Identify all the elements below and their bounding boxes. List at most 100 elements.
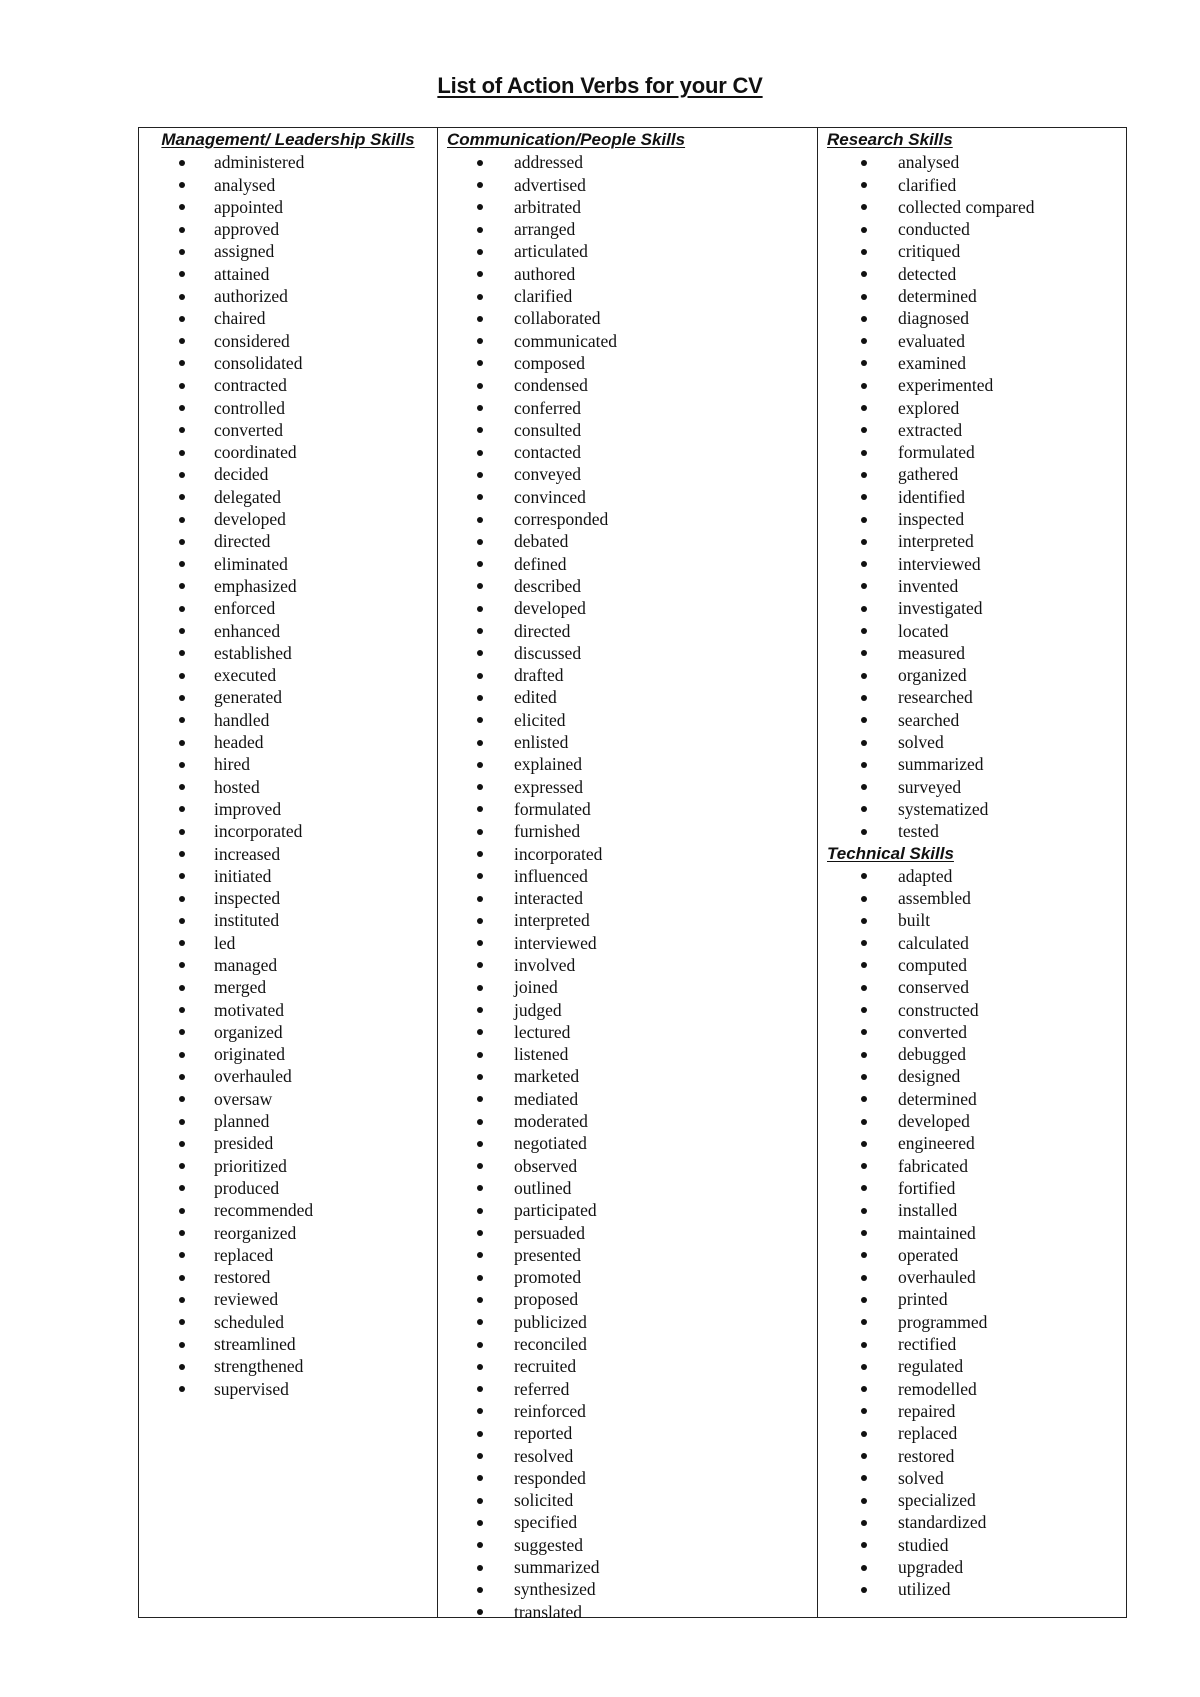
bullet-icon	[861, 182, 867, 189]
action-verb: chaired	[214, 308, 266, 329]
bullet-icon	[179, 360, 185, 367]
action-verb: invented	[898, 575, 959, 596]
action-verb: printed	[898, 1289, 948, 1310]
bullet-icon	[477, 315, 483, 322]
bullet-icon	[179, 984, 185, 991]
list-item: initiated	[139, 865, 437, 887]
bullet-icon	[861, 806, 867, 813]
list-item: composed	[437, 352, 817, 374]
action-verb: operated	[898, 1244, 959, 1265]
bullet-icon	[477, 1163, 483, 1170]
bullet-icon	[179, 1252, 185, 1259]
action-verb: reinforced	[514, 1400, 586, 1421]
bullet-icon	[477, 1408, 483, 1415]
list-item: collected compared	[817, 196, 1126, 218]
action-verb: furnished	[514, 821, 581, 842]
action-verb: extracted	[898, 419, 963, 440]
list-item: directed	[437, 620, 817, 642]
action-verb: directed	[214, 531, 271, 552]
action-verb: formulated	[514, 798, 591, 819]
action-verb: controlled	[214, 397, 285, 418]
bullet-icon	[861, 1453, 867, 1460]
bullet-icon	[179, 784, 185, 791]
bullet-icon	[477, 895, 483, 902]
action-verb: composed	[514, 352, 585, 373]
bullet-icon	[861, 315, 867, 322]
bullet-icon	[477, 1007, 483, 1014]
action-verb: discussed	[514, 642, 582, 663]
list-item: clarified	[817, 174, 1126, 196]
bullet-icon	[477, 405, 483, 412]
bullet-icon	[179, 650, 185, 657]
section-heading: Research Skills	[827, 130, 953, 149]
action-verb: computed	[898, 954, 968, 975]
bullet-icon	[477, 739, 483, 746]
list-item: summarized	[437, 1556, 817, 1578]
bullet-icon	[179, 895, 185, 902]
bullet-icon	[179, 226, 185, 233]
action-verb: drafted	[514, 665, 564, 686]
bullet-icon	[179, 494, 185, 501]
bullet-icon	[477, 182, 483, 189]
bullet-icon	[861, 1274, 867, 1281]
action-verb: searched	[898, 709, 960, 730]
bullet-icon	[179, 583, 185, 590]
bullet-icon	[477, 1051, 483, 1058]
action-verb: studied	[898, 1534, 949, 1555]
list-item: consulted	[437, 419, 817, 441]
action-verb: strengthened	[214, 1356, 304, 1377]
list-item: contacted	[437, 441, 817, 463]
action-verb: corresponded	[514, 509, 609, 530]
action-verb: enlisted	[514, 732, 569, 753]
action-verb: edited	[514, 687, 557, 708]
bullet-icon	[477, 1073, 483, 1080]
action-verb: systematized	[898, 798, 989, 819]
bullet-icon	[179, 1073, 185, 1080]
action-verb: utilized	[898, 1579, 951, 1600]
action-verb: participated	[514, 1200, 597, 1221]
bullet-icon	[477, 605, 483, 612]
list-item: computed	[817, 954, 1126, 976]
action-verb: incorporated	[514, 843, 603, 864]
list-item: hired	[139, 753, 437, 775]
list-item: attained	[139, 263, 437, 285]
bullet-icon	[861, 1252, 867, 1259]
list-item: enhanced	[139, 620, 437, 642]
list-item: presented	[437, 1244, 817, 1266]
bullet-icon	[179, 315, 185, 322]
bullet-icon	[477, 828, 483, 835]
bullet-icon	[477, 226, 483, 233]
action-verb: planned	[214, 1111, 270, 1132]
action-verb: collaborated	[514, 308, 601, 329]
action-verb: judged	[514, 999, 562, 1020]
list-item: remodelled	[817, 1378, 1126, 1400]
bullet-icon	[179, 1096, 185, 1103]
action-verb: interviewed	[898, 553, 981, 574]
bullet-icon	[861, 1542, 867, 1549]
bullet-icon	[179, 1051, 185, 1058]
action-verb: persuaded	[514, 1222, 585, 1243]
action-verb: led	[214, 932, 236, 953]
action-verb: initiated	[214, 865, 272, 886]
action-verb: converted	[898, 1021, 967, 1042]
bullet-icon	[477, 1363, 483, 1370]
list-item: conferred	[437, 397, 817, 419]
bullet-icon	[477, 1207, 483, 1214]
list-item: judged	[437, 999, 817, 1021]
bullet-icon	[477, 962, 483, 969]
bullet-icon	[477, 382, 483, 389]
action-verb: debated	[514, 531, 569, 552]
action-verb: examined	[898, 352, 967, 373]
bullet-icon	[179, 1296, 185, 1303]
list-item: interpreted	[437, 909, 817, 931]
list-item: experimented	[817, 374, 1126, 396]
list-item: solicited	[437, 1489, 817, 1511]
action-verb: conducted	[898, 219, 970, 240]
action-verb: prioritized	[214, 1155, 287, 1176]
list-item: researched	[817, 686, 1126, 708]
bullet-icon	[477, 204, 483, 211]
action-verb: conserved	[898, 977, 969, 998]
list-item: upgraded	[817, 1556, 1126, 1578]
bullet-icon	[477, 806, 483, 813]
bullet-icon	[861, 449, 867, 456]
